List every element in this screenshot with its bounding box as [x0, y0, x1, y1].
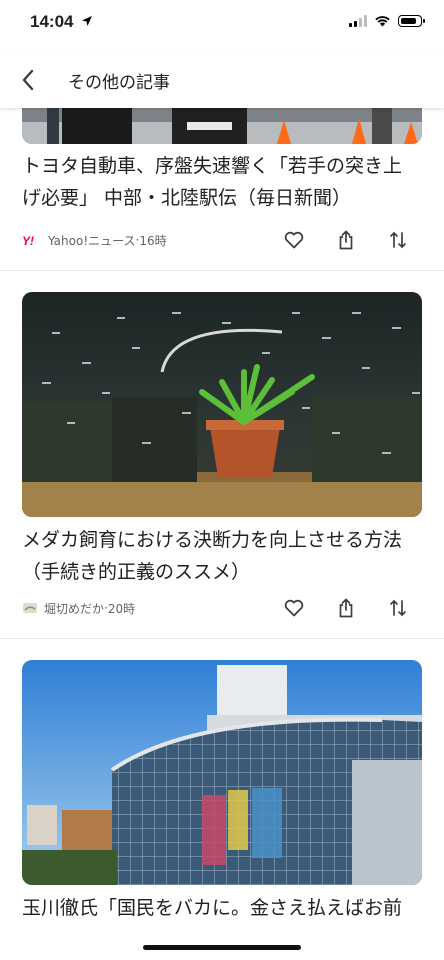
article-title-line: げ必要」 中部・北陸駅伝（毎日新聞） — [22, 187, 352, 209]
back-button[interactable] — [12, 64, 44, 96]
article-image-3[interactable] — [22, 660, 422, 885]
article-source: 堀切めだか — [44, 601, 105, 616]
card-divider — [0, 638, 444, 639]
like-button[interactable] — [268, 225, 320, 255]
battery-icon — [398, 15, 425, 27]
article-image-2[interactable] — [22, 292, 422, 517]
app-header: その他の記事 — [0, 52, 444, 108]
status-bar: 14:04 — [0, 0, 444, 50]
wifi-icon — [375, 16, 390, 27]
status-icons — [349, 15, 425, 27]
sort-arrows-icon — [390, 599, 406, 617]
card-divider — [0, 270, 444, 271]
svg-text:Y!: Y! — [22, 234, 34, 246]
article-title-2[interactable]: メダカ飼育における決断力を向上させる方法 （手続き的正義のススメ） — [22, 524, 422, 588]
article-title-line: 玉川徹氏「国民をバカに。金さえ払えばお前 — [22, 897, 403, 919]
article-title-1[interactable]: トヨタ自動車、序盤失速響く「若手の突き上 げ必要」 中部・北陸駅伝（毎日新聞） — [22, 150, 422, 214]
article-title-line: （手続き的正義のススメ） — [22, 561, 251, 583]
share-button[interactable] — [320, 593, 372, 623]
yahoo-logo-icon: Y! — [22, 234, 42, 246]
like-button[interactable] — [268, 593, 320, 623]
heart-icon — [284, 599, 304, 617]
location-arrow-icon — [82, 16, 92, 26]
page-title: その他の記事 — [68, 73, 170, 93]
article-time: 20時 — [107, 601, 136, 616]
chevron-left-icon — [22, 69, 34, 91]
article-actions-2 — [268, 593, 424, 623]
heart-icon — [284, 231, 304, 249]
article-source: Yahoo!ニュース — [48, 233, 136, 248]
article-time: 16時 — [139, 233, 167, 248]
article-meta-2: 堀切めだか · 20時 — [22, 596, 135, 620]
more-options-button[interactable] — [372, 593, 424, 623]
source-avatar-icon — [22, 600, 38, 616]
article-title-3[interactable]: 玉川徹氏「国民をバカに。金さえ払えばお前 — [22, 892, 422, 924]
share-icon — [339, 230, 353, 250]
status-time: 14:04 — [30, 12, 74, 31]
home-indicator[interactable] — [143, 945, 301, 950]
article-meta-1: Y! Yahoo!ニュース · 16時 — [22, 228, 167, 252]
article-actions-1 — [268, 225, 424, 255]
more-options-button[interactable] — [372, 225, 424, 255]
share-icon — [339, 598, 353, 618]
sort-arrows-icon — [390, 231, 406, 249]
article-title-line: トヨタ自動車、序盤失速響く「若手の突き上 — [22, 155, 403, 177]
cellular-signal-icon — [349, 15, 367, 27]
share-button[interactable] — [320, 225, 372, 255]
article-title-line: メダカ飼育における決断力を向上させる方法 — [22, 529, 403, 551]
